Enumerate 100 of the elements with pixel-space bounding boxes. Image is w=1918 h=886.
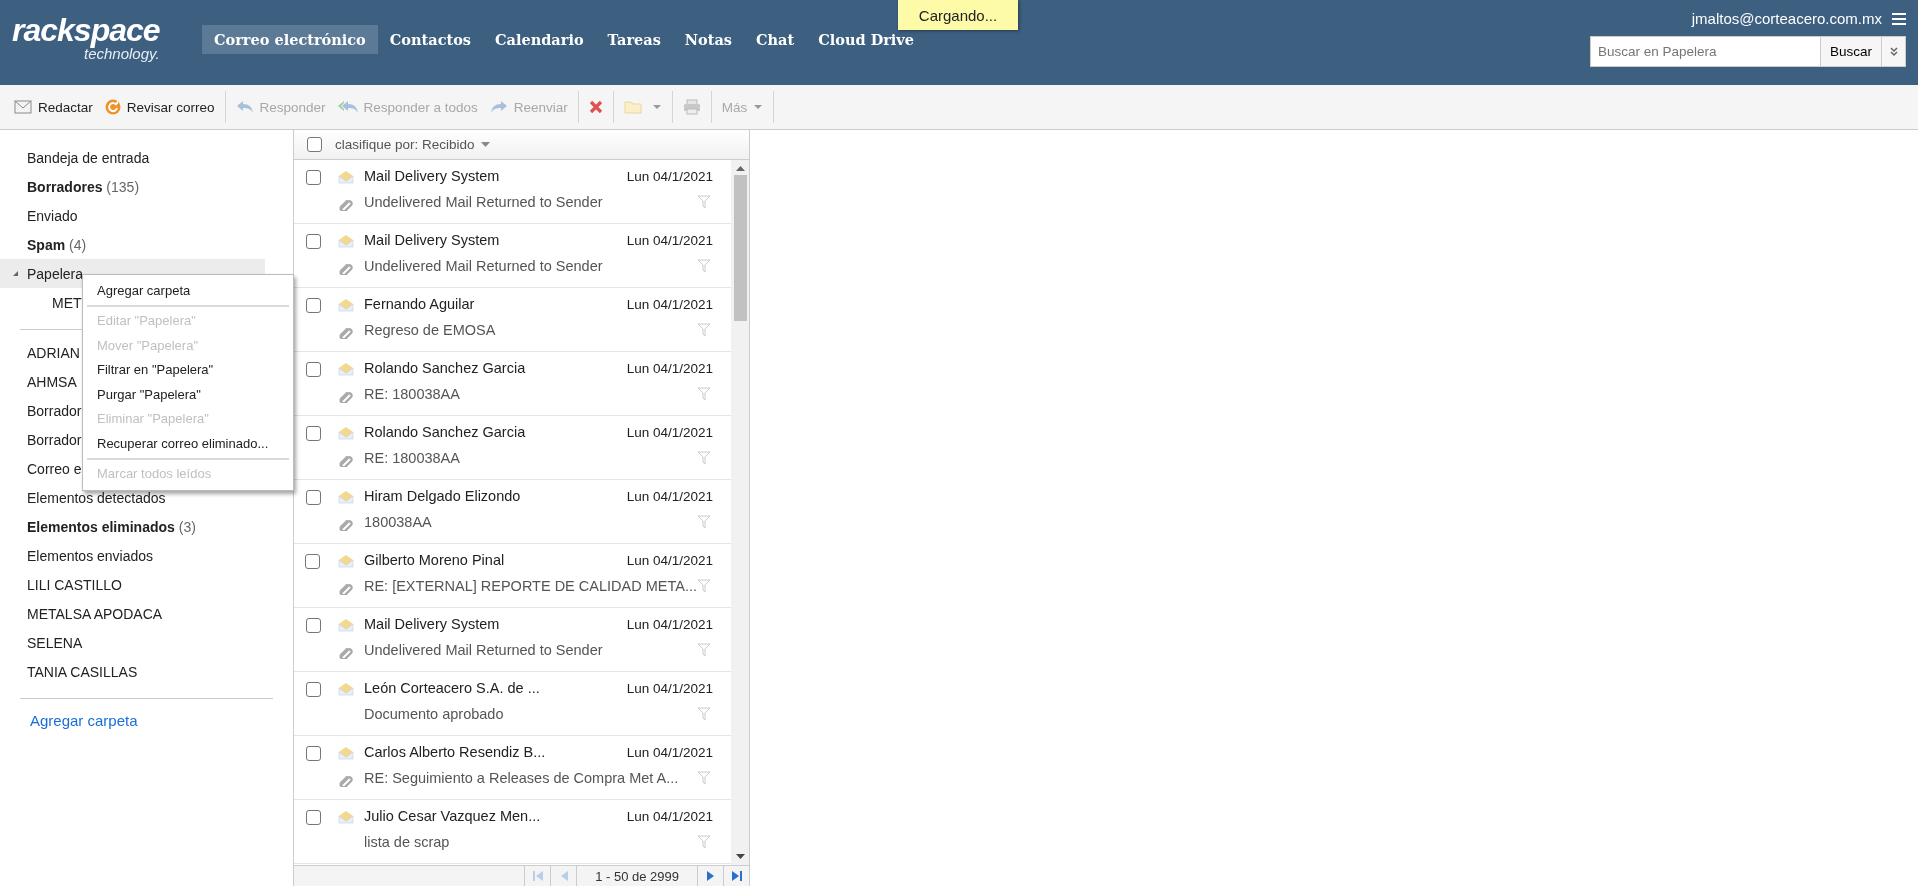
folder-item[interactable]: Elementos enviados [0,541,265,570]
message-checkbox[interactable] [305,362,321,377]
sender-name: León Corteacero S.A. de ... [364,680,540,696]
message-row[interactable]: Mail Delivery System Lun 04/1/2021 Undelivered Mail Returned to Sender [294,160,731,224]
nav-tab[interactable]: Notas [672,25,744,54]
message-date: Lun 04/1/2021 [626,552,713,568]
scroll-up-arrow-icon[interactable] [735,166,745,171]
message-checkbox[interactable] [305,682,321,697]
message-date: Lun 04/1/2021 [626,680,713,696]
message-subject: 180038AA [364,514,432,530]
sender-name: Gilberto Moreno Pinal [363,552,505,568]
message-row[interactable]: Julio Cesar Vazquez Men... Lun 04/1/2021 lista de scrap [294,800,731,864]
message-row[interactable]: Carlos Alberto Resendiz B... Lun 04/1/2021 RE: Seguimiento a Releases de Compra Met A... [294,736,731,800]
folder-item[interactable]: TANIA CASILLAS [0,657,265,686]
message-subject: Regreso de EMOSA [364,322,496,338]
message-checkbox[interactable] [305,170,321,185]
refresh-button[interactable]: Revisar correo [100,95,219,119]
sender-name: Mail Delivery System [364,232,500,248]
menu-item[interactable]: Purgar "Papelera" [83,382,293,407]
reply-arrow-icon [235,100,254,114]
sender-name: Carlos Alberto Resendiz B... [364,744,546,760]
folder-item[interactable]: SELENA [0,628,265,657]
menu-item[interactable]: Filtrar en "Papelera" [83,357,293,382]
folder-item[interactable]: LILI CASTILLO [0,570,265,599]
message-row[interactable]: Mail Delivery System Lun 04/1/2021 Undelivered Mail Returned to Sender [294,224,731,288]
scrollbar[interactable] [731,160,749,865]
nav-tab[interactable]: Chat [744,25,807,54]
message-row[interactable]: Mail Delivery System Lun 04/1/2021 Undelivered Mail Returned to Sender [294,608,731,672]
sender-name: Mail Delivery System [364,616,500,632]
caret-icon [753,104,764,110]
envelope-icon [338,362,354,376]
nav-tab[interactable]: Contactos [377,25,483,54]
skip-first-icon [531,870,544,882]
envelope-icon [338,490,354,504]
envelope-icon [338,234,354,248]
folder-icon [623,100,642,114]
nav-tab[interactable]: Calendario [483,25,596,54]
message-checkbox[interactable] [305,298,321,313]
add-folder-link[interactable]: Agregar carpeta [30,712,138,729]
folder-item[interactable]: Bandeja de entrada [0,143,265,172]
message-checkbox[interactable] [305,554,321,569]
loading-toast: Cargando... [898,0,1018,30]
menu-icon[interactable] [1892,12,1906,25]
sender-name: Julio Cesar Vazquez Men... [364,808,541,824]
message-subject: RE: Seguimiento a Releases de Compra Met A... [364,770,679,786]
logo-wordmark: rackspace [12,14,160,46]
sort-dropdown[interactable]: clasifique por: Recibido [335,137,490,152]
message-checkbox[interactable] [305,490,321,505]
double-chevron-icon [1889,46,1898,57]
message-subject: Undelivered Mail Returned to Sender [364,642,603,658]
folder-item[interactable]: Borradores (135) [0,172,265,201]
message-checkbox[interactable] [305,810,321,825]
sender-name: Mail Delivery System [364,168,500,184]
refresh-icon [104,99,121,115]
message-row[interactable]: León Corteacero S.A. de ... Lun 04/1/2021 Documento aprobado [294,672,731,736]
message-row[interactable]: Rolando Sanchez Garcia Lun 04/1/2021 RE: 180038AA [294,416,731,480]
message-checkbox[interactable] [305,618,321,633]
forward-arrow-icon [489,100,508,114]
envelope-icon [338,298,354,312]
folder-item[interactable]: Elementos eliminados (3) [0,512,265,541]
message-date: Lun 04/1/2021 [626,424,713,440]
envelope-icon [338,810,354,824]
message-row[interactable]: Hiram Delgado Elizondo Lun 04/1/2021 180038AA [294,480,731,544]
search-button[interactable]: Buscar [1820,36,1882,67]
message-date: Lun 04/1/2021 [626,488,713,504]
select-all-checkbox[interactable] [307,137,322,152]
reply-all-arrow-icon [337,100,358,114]
sender-name: Rolando Sanchez Garcia [364,360,526,376]
message-row[interactable]: Gilberto Moreno Pinal Lun 04/1/2021 RE: [EXTERNAL] REPORTE DE CALIDAD META... [294,544,731,608]
message-subject: RE: 180038AA [364,450,460,466]
message-date: Lun 04/1/2021 [626,808,713,824]
user-email[interactable]: jmaltos@corteacero.com.mx [1691,10,1882,27]
message-checkbox[interactable] [305,746,321,761]
message-row[interactable]: Rolando Sanchez Garcia Lun 04/1/2021 RE: 180038AA [294,352,731,416]
message-subject: Documento aprobado [364,706,504,722]
message-row[interactable]: Fernando Aguilar Lun 04/1/2021 Regreso de EMOSA [294,288,731,352]
message-subject: RE: [EXTERNAL] REPORTE DE CALIDAD META... [363,578,697,594]
message-date: Lun 04/1/2021 [626,232,713,248]
message-checkbox[interactable] [305,426,321,441]
envelope-icon [14,100,32,114]
folder-item[interactable]: Enviado [0,201,265,230]
message-date: Lun 04/1/2021 [626,616,713,632]
compose-button[interactable]: Redactar [10,95,97,119]
message-checkbox[interactable] [305,234,321,249]
page-range: 1 - 50 de 2999 [576,866,697,886]
expand-arrow-icon[interactable] [12,270,19,277]
search-field[interactable]: Buscar en Papelera [1589,36,1821,67]
sender-name: Hiram Delgado Elizondo [364,488,521,504]
message-date: Lun 04/1/2021 [626,168,713,184]
menu-item[interactable]: Recuperar correo eliminado... [83,431,293,456]
folder-item[interactable]: Spam (4) [0,230,265,259]
message-subject: lista de scrap [364,834,450,850]
folder-item[interactable]: METALSA APODACA [0,599,265,628]
nav-tab[interactable]: Correo electrónico [202,25,378,54]
expand-search-button[interactable] [1882,36,1906,67]
nav-tab[interactable]: Tareas [595,25,673,54]
message-date: Lun 04/1/2021 [626,360,713,376]
scroll-thumb[interactable] [733,175,747,321]
caret-icon [651,104,662,110]
scroll-down-arrow-icon[interactable] [735,854,745,859]
